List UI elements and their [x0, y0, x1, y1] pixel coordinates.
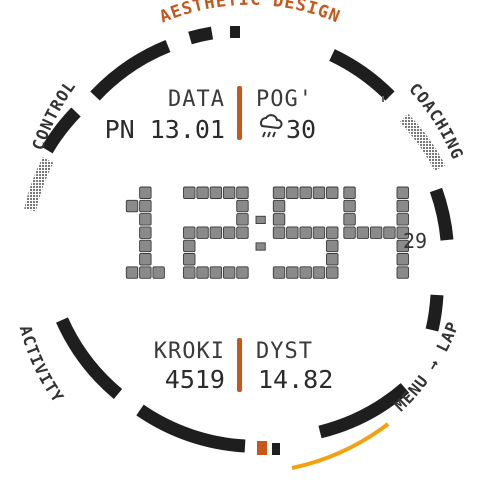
digit-pixel [183, 266, 196, 279]
digit-pixel [272, 199, 286, 213]
digit-pixel [236, 186, 249, 199]
bezel-segment [90, 39, 171, 101]
digit-pixel [396, 213, 409, 226]
digit-pixel [286, 226, 299, 239]
digit-pixel [183, 226, 196, 239]
digit-pixel [343, 199, 356, 213]
bezel-marker [230, 26, 240, 38]
digit-pixel [272, 266, 286, 279]
digit-pixel [222, 226, 236, 239]
digit-pixel [222, 266, 236, 279]
digit-pixel [286, 186, 299, 199]
digit-pixel [272, 226, 286, 239]
digit-pixel [326, 186, 339, 199]
date-value: PN 13.01 [105, 115, 225, 144]
menu-lap-button[interactable]: MENU → LAP [391, 319, 463, 416]
digit-pixel [139, 266, 152, 279]
bezel-marker [272, 443, 280, 455]
steps-label: KROKI [154, 339, 225, 364]
digit-pixel [396, 253, 409, 266]
digit-pixel [139, 186, 152, 199]
digit-pixel [356, 226, 370, 239]
digit-pixel [125, 199, 139, 213]
watch-face: AESTHETIC DESIGN CONTROL COACHING ACTIVI… [16, 0, 466, 470]
bezel-segment [329, 49, 395, 101]
bezel-marker-accent [257, 441, 267, 455]
digit-pixel [312, 226, 326, 239]
digit-pixel [326, 253, 339, 266]
steps-value: 4519 [165, 365, 225, 394]
digit-pixel [326, 266, 339, 279]
digit-pixel [369, 226, 383, 239]
digit-pixel [343, 213, 356, 226]
digit-pixel [326, 226, 339, 239]
bezel-segment [425, 294, 444, 332]
cloud-rain-icon [260, 114, 283, 138]
digit-pixel [196, 226, 209, 239]
digit-pixel [236, 266, 249, 279]
digit-pixel [139, 199, 152, 213]
digit-pixel [272, 186, 286, 199]
digit-pixel [139, 226, 152, 239]
digit-pixel [299, 266, 312, 279]
digit-pixel [299, 226, 312, 239]
bezel-segments [41, 26, 454, 453]
digit-pixel [236, 213, 249, 226]
digit-pixel [343, 226, 356, 239]
digit-pixel [312, 186, 326, 199]
digit-pixel [125, 266, 139, 279]
bezel-segment [56, 317, 123, 399]
digit-pixel [183, 239, 196, 253]
digit-pixel [343, 186, 356, 199]
weather-label: POG' [256, 87, 313, 112]
bezel-segment [429, 187, 454, 241]
minute-ones-digit [343, 186, 409, 279]
digit-pixel [183, 186, 196, 199]
divider-top [237, 86, 242, 140]
digit-pixel [299, 186, 312, 199]
digit-pixel [209, 226, 223, 239]
digit-pixel [236, 226, 249, 239]
digit-pixel [139, 253, 152, 266]
dotted-fade [24, 157, 54, 212]
hour-ones-digit [183, 186, 249, 279]
activity-button[interactable]: ACTIVITY [16, 323, 68, 406]
digit-pixel [152, 266, 165, 279]
digit-pixel [209, 186, 223, 199]
divider-bottom [237, 338, 242, 392]
tick-mark [382, 96, 384, 102]
date-label: DATA [168, 87, 225, 112]
digit-pixel [396, 266, 409, 279]
digit-pixel [312, 266, 326, 279]
digit-pixel [139, 213, 152, 226]
digit-pixel [326, 239, 339, 253]
digit-pixel [222, 186, 236, 199]
minute-tens-digit [272, 186, 339, 279]
weather-value: 30 [286, 115, 316, 144]
hour-tens-digit [125, 186, 165, 279]
digit-pixel [196, 186, 209, 199]
bezel-segment [136, 404, 246, 453]
digit-pixel [209, 266, 223, 279]
time-display [125, 186, 409, 279]
bezel-segment [188, 26, 214, 45]
digit-pixel [383, 226, 396, 239]
digit-pixel [396, 199, 409, 213]
digit-pixel [272, 213, 286, 226]
digit-pixel [396, 186, 409, 199]
seconds-value: 29 [403, 229, 427, 253]
distance-label: DYST [256, 339, 313, 364]
digit-pixel [183, 253, 196, 266]
digit-pixel [286, 266, 299, 279]
brand-title: AESTHETIC DESIGN [157, 0, 343, 28]
time-colon-dot [255, 215, 266, 225]
digit-pixel [236, 199, 249, 213]
digit-pixel [196, 266, 209, 279]
digit-pixel [139, 239, 152, 253]
distance-value: 14.82 [258, 365, 333, 394]
bezel-segment [318, 383, 410, 439]
time-colon-dot [255, 242, 266, 251]
